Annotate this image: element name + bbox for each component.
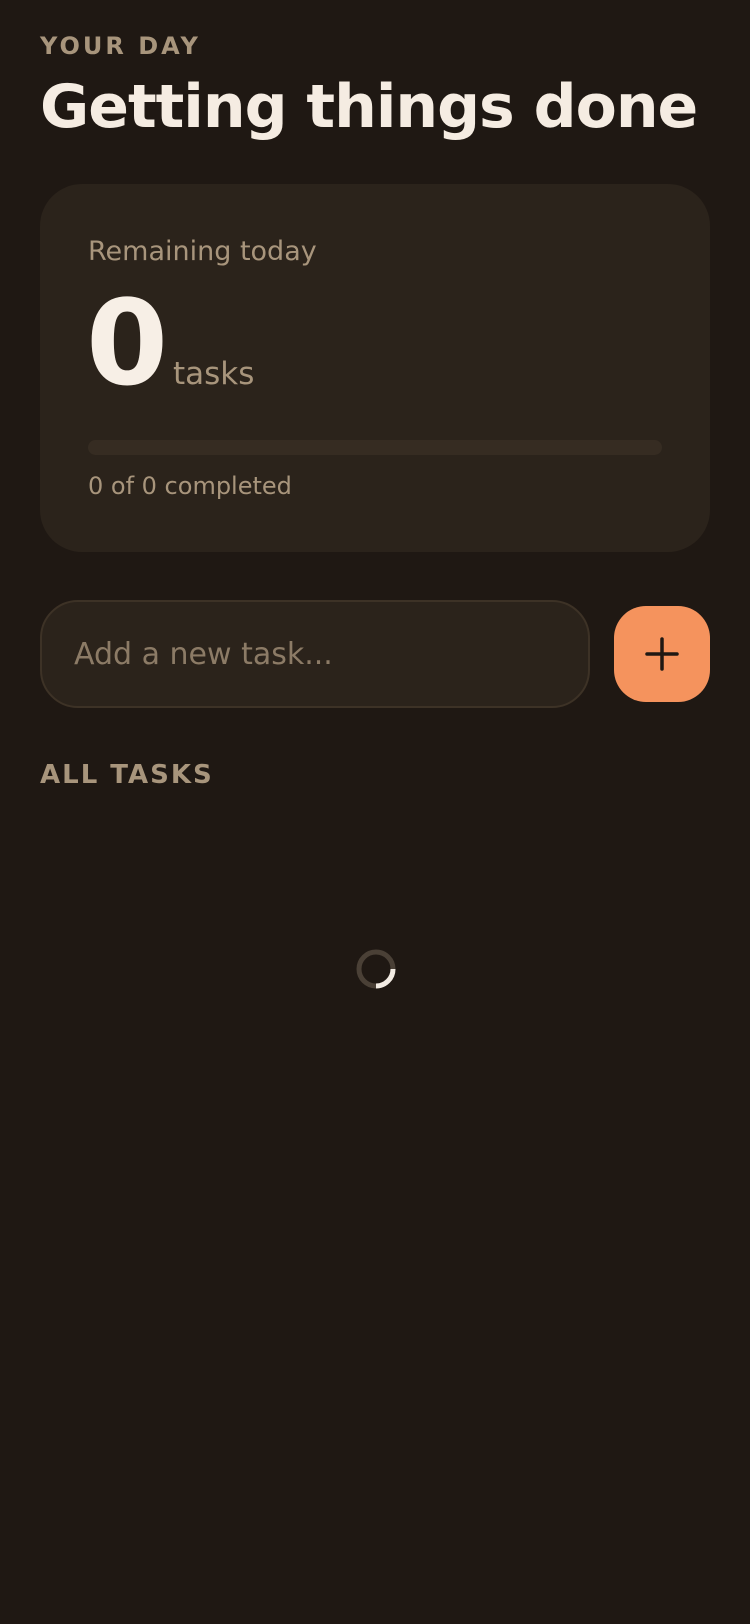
all-tasks-heading: ALL TASKS bbox=[40, 760, 214, 790]
app-screen: YOUR DAY Getting things done Remaining t… bbox=[0, 0, 750, 1624]
summary-card: Remaining today 0 tasks 0 of 0 completed bbox=[40, 184, 710, 552]
remaining-unit: tasks bbox=[173, 356, 255, 392]
page-title: Getting things done bbox=[40, 72, 698, 142]
remaining-count: 0 bbox=[86, 274, 169, 412]
progress-bar bbox=[88, 440, 662, 455]
loading-spinner-icon bbox=[356, 949, 396, 989]
plus-icon bbox=[645, 637, 679, 671]
progress-text: 0 of 0 completed bbox=[88, 472, 292, 500]
add-task-button[interactable] bbox=[614, 606, 710, 702]
page-eyebrow: YOUR DAY bbox=[40, 32, 201, 60]
new-task-input[interactable] bbox=[40, 600, 590, 708]
remaining-label: Remaining today bbox=[88, 236, 317, 267]
